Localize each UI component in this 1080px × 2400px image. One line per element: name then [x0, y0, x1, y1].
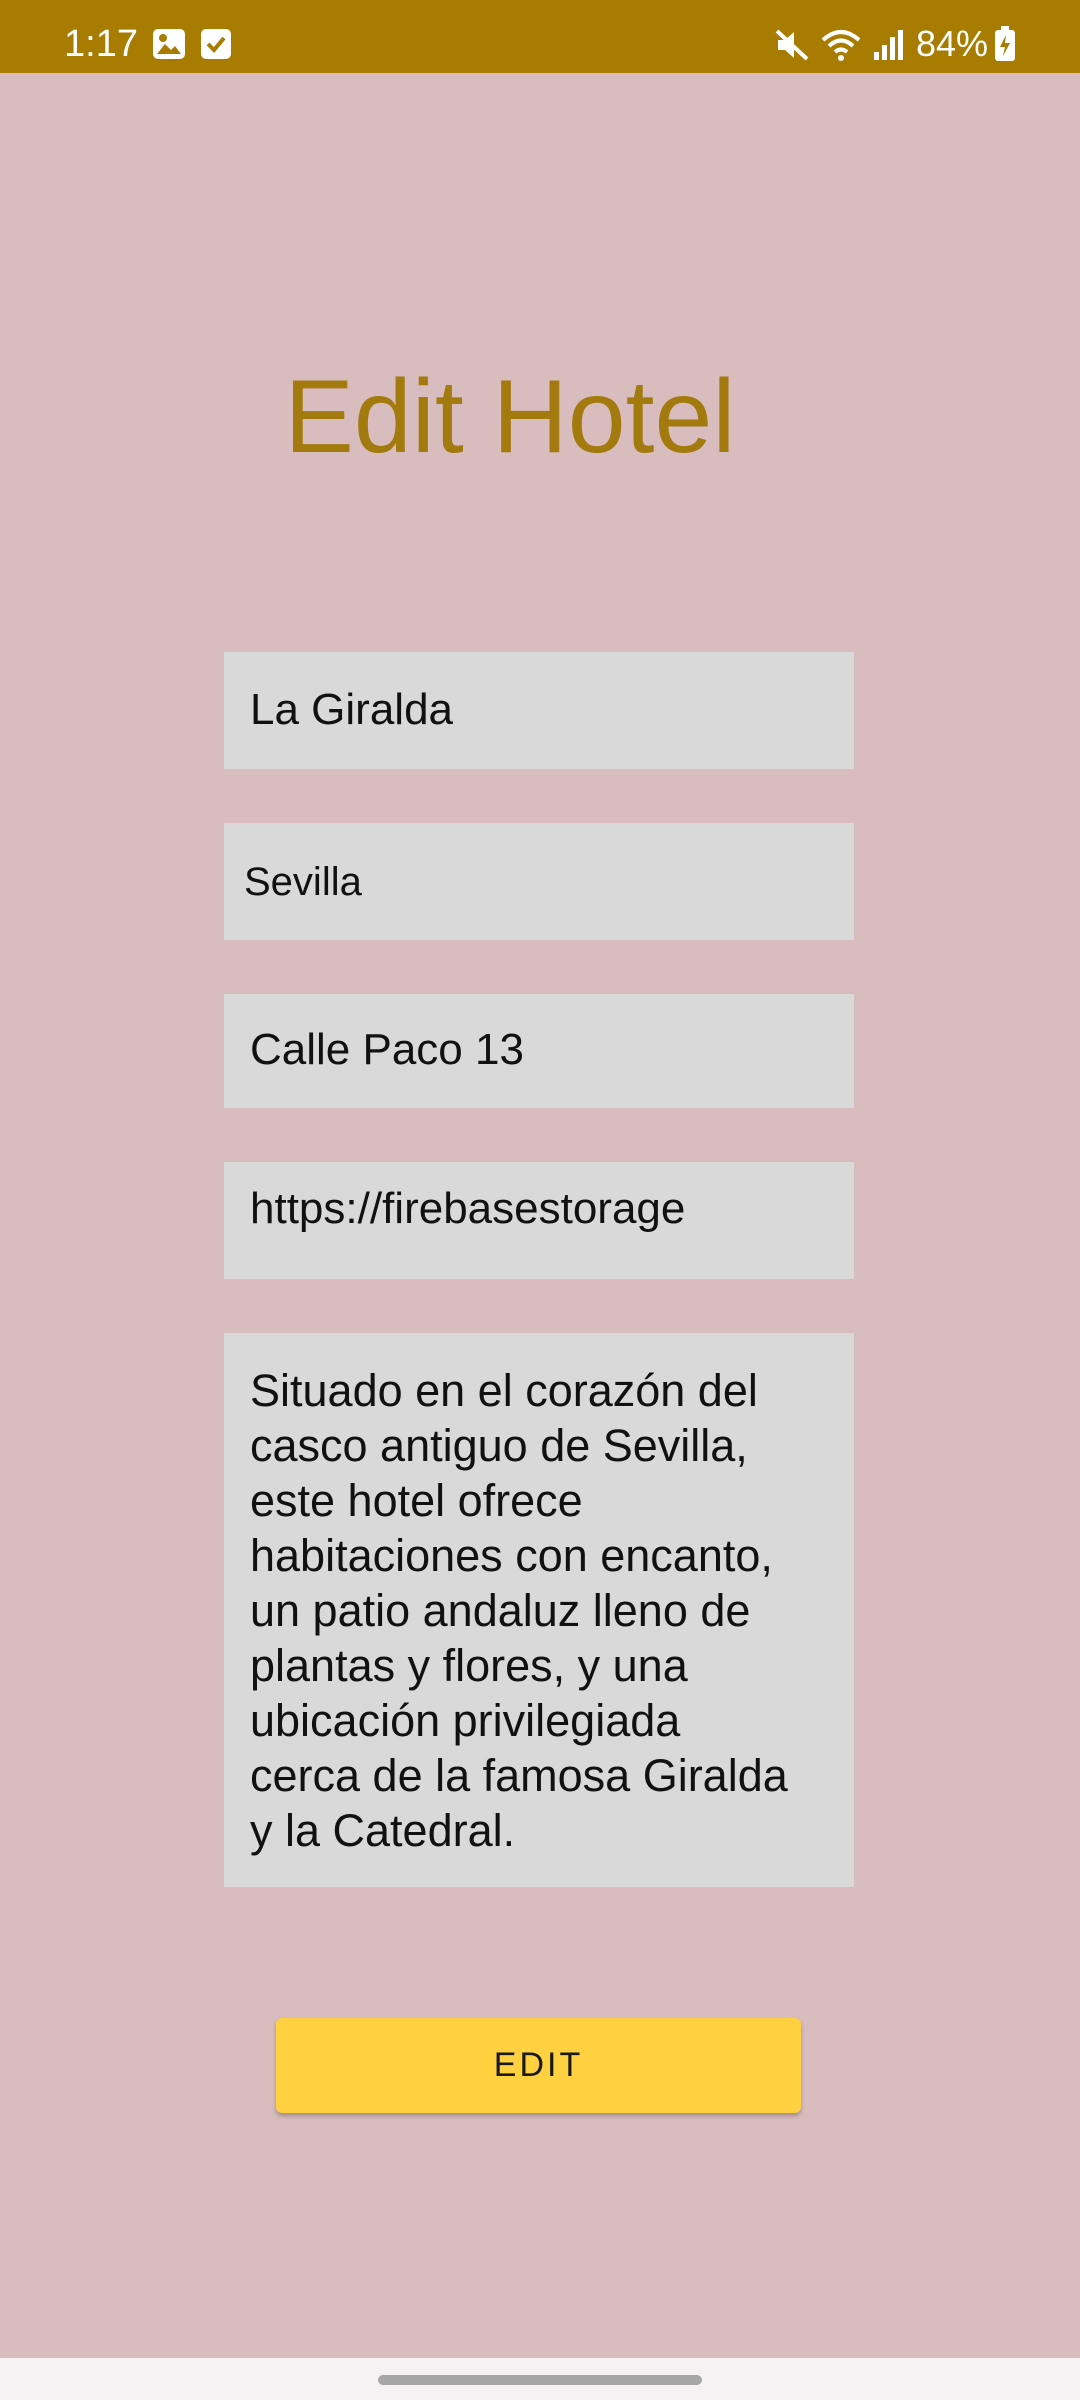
- description-input[interactable]: Situado en el corazón del casco antiguo …: [224, 1333, 854, 1887]
- battery-charging-icon: [994, 26, 1016, 67]
- city-value: Sevilla: [244, 860, 362, 904]
- wifi-icon: [820, 28, 862, 67]
- status-time: 1:17: [64, 23, 138, 65]
- check-icon: [200, 28, 232, 65]
- signal-icon: [872, 28, 904, 67]
- navigation-bar: [0, 2358, 1080, 2400]
- address-input[interactable]: Calle Paco 13: [224, 994, 854, 1108]
- battery-percentage: 84%: [916, 23, 989, 64]
- address-value: Calle Paco 13: [250, 1025, 524, 1074]
- image-icon: [152, 28, 186, 65]
- page-title: Edit Hotel: [284, 359, 736, 475]
- image-url-input[interactable]: https://firebasestorage: [224, 1162, 854, 1279]
- city-input[interactable]: Sevilla: [224, 823, 854, 940]
- mute-icon: [774, 28, 810, 67]
- status-bar: 1:17 84%: [0, 0, 1080, 73]
- description-value: Situado en el corazón del casco antiguo …: [250, 1365, 788, 1856]
- hotel-name-input[interactable]: La Giralda: [224, 652, 854, 769]
- image-url-value: https://firebasestorage: [250, 1184, 686, 1233]
- hotel-name-value: La Giralda: [250, 685, 454, 734]
- home-gesture-handle[interactable]: [378, 2375, 702, 2385]
- edit-button[interactable]: EDIT: [276, 2018, 801, 2113]
